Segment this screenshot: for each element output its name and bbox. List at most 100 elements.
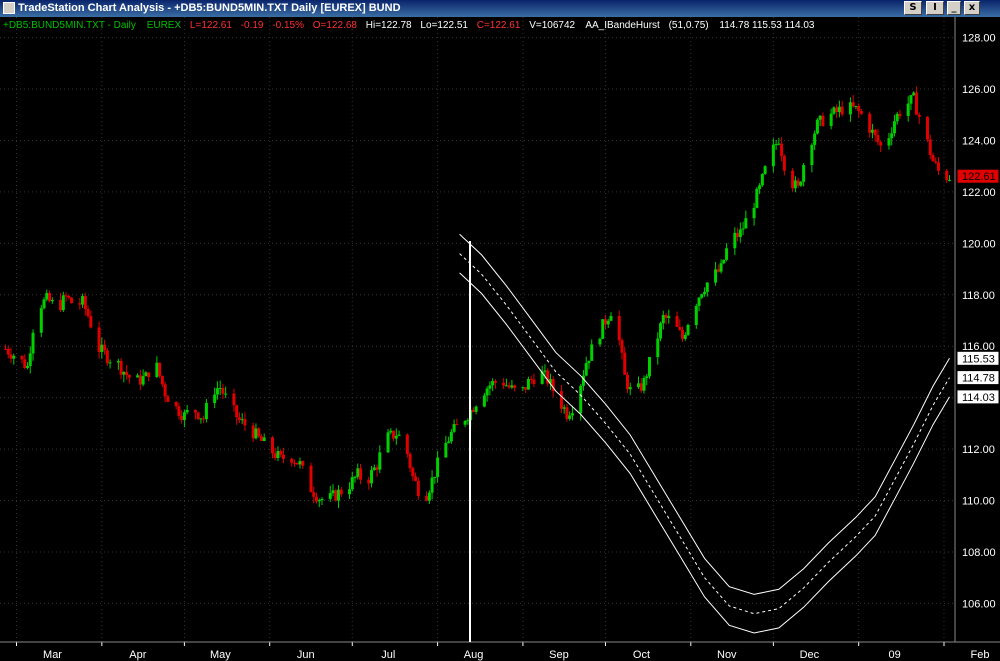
candle-body — [108, 362, 112, 364]
candle-body — [840, 106, 844, 115]
candle-body — [474, 406, 478, 412]
last-price-marker: 122.61 — [962, 171, 996, 183]
x-tick-label: Aug — [464, 649, 484, 661]
candle-body — [623, 352, 627, 375]
candle-body — [857, 105, 861, 112]
candle-body — [909, 95, 913, 104]
candle-body — [947, 179, 951, 181]
candle-body — [273, 453, 277, 459]
candle-body — [868, 113, 872, 133]
candle-body — [50, 299, 54, 302]
candle-body — [793, 180, 797, 189]
candle-body — [837, 106, 841, 113]
candle-body — [105, 350, 109, 364]
candle-body — [339, 489, 343, 495]
candle-body — [430, 477, 434, 493]
price-chart[interactable]: 128.00126.00124.00122.00120.00118.00116.… — [0, 17, 1000, 661]
candle-body — [482, 395, 486, 407]
x-tick-label: Feb — [971, 649, 990, 661]
status-low: Lo=122.51 — [420, 20, 468, 31]
candle-body — [664, 315, 668, 318]
candle-body — [466, 420, 470, 422]
style-button[interactable]: S — [904, 1, 922, 15]
candle-body — [31, 332, 35, 354]
status-change-pct: -0.15% — [272, 20, 304, 31]
candle-body — [177, 406, 181, 417]
candle-body — [257, 428, 261, 437]
close-button[interactable]: x — [964, 1, 980, 15]
candle-body — [887, 138, 891, 146]
y-tick-label: 126.00 — [962, 84, 996, 96]
candle-body — [914, 92, 918, 115]
x-tick-label: Nov — [717, 649, 737, 661]
candle-body — [251, 425, 255, 439]
status-symbol: +DB5:BUND5MIN.TXT - Daily — [3, 20, 136, 31]
candle-body — [917, 114, 921, 117]
candle-body — [281, 454, 285, 459]
candle-body — [174, 401, 178, 407]
candle-body — [661, 315, 665, 324]
candle-body — [934, 161, 938, 163]
candle-body — [64, 295, 68, 297]
candle-body — [667, 316, 671, 318]
candle-body — [532, 379, 536, 384]
candle-body — [524, 387, 528, 390]
candle-body — [331, 490, 335, 494]
candle-body — [697, 297, 701, 306]
candle-body — [397, 434, 401, 436]
candle-body — [254, 428, 258, 439]
window-title: TradeStation Chart Analysis - +DB5:BUND5… — [18, 2, 401, 14]
candle-body — [309, 465, 313, 493]
candle-body — [802, 165, 806, 182]
candle-body — [681, 329, 685, 339]
candle-body — [147, 372, 151, 377]
candle-body — [491, 381, 495, 386]
candle-body — [138, 375, 142, 385]
candle-body — [433, 476, 437, 478]
candle-body — [26, 365, 30, 368]
indicator-button[interactable]: I — [926, 1, 944, 15]
candle-body — [39, 308, 43, 333]
candle-body — [317, 500, 321, 502]
candle-body — [136, 375, 140, 378]
candle-body — [202, 418, 206, 420]
candle-body — [28, 353, 32, 366]
candle-body — [493, 381, 497, 383]
candle-body — [185, 410, 189, 413]
candle-body — [928, 139, 932, 156]
candle-body — [771, 144, 775, 167]
candle-body — [744, 218, 748, 229]
candle-body — [945, 170, 949, 181]
x-tick-label: Mar — [43, 649, 62, 661]
candle-body — [270, 437, 274, 454]
candle-body — [656, 338, 660, 357]
candle-body — [158, 362, 162, 376]
band-mid-marker: 114.78 — [962, 373, 995, 385]
candle-body — [83, 296, 87, 309]
candle-body — [780, 143, 784, 156]
candle-body — [240, 419, 244, 421]
candle-body — [348, 489, 352, 495]
candle-body — [529, 379, 533, 381]
candle-body — [521, 387, 525, 389]
candle-body — [182, 412, 186, 421]
candle-body — [463, 420, 467, 425]
candle-body — [70, 297, 74, 304]
candle-body — [314, 496, 318, 502]
candle-body — [758, 185, 762, 189]
candle-body — [716, 269, 720, 272]
candle-body — [683, 334, 687, 339]
candle-body — [603, 319, 607, 325]
candle-body — [416, 480, 420, 497]
candle-body — [427, 492, 431, 501]
candle-body — [513, 385, 517, 389]
candle-body — [127, 375, 131, 378]
minimize-button[interactable]: _ — [947, 1, 961, 15]
candle-body — [760, 173, 764, 186]
candle-body — [392, 430, 396, 439]
candle-body — [714, 269, 718, 283]
candle-body — [436, 457, 440, 477]
candle-body — [290, 458, 294, 463]
candle-body — [61, 295, 65, 311]
x-tick-label: Apr — [129, 649, 146, 661]
